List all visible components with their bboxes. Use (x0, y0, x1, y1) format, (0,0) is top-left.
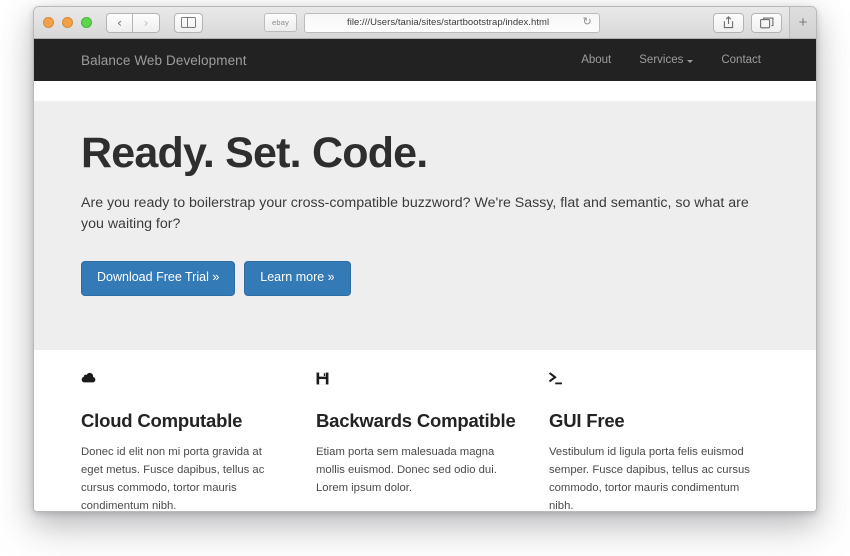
forward-button[interactable]: › (133, 12, 160, 33)
learn-more-label: Learn more » (260, 270, 335, 285)
back-button[interactable]: ‹ (106, 12, 133, 33)
feature-body-cloud-computable: Donec id elit non mi porta gravida at eg… (81, 446, 265, 512)
terminal-icon-glyph (549, 372, 562, 385)
navbar-brand[interactable]: Balance Web Development (81, 53, 247, 68)
share-icon (723, 16, 734, 29)
learn-more-button[interactable]: Learn more » (244, 261, 351, 296)
web-page-viewport: Balance Web Development About Services C… (34, 39, 816, 512)
sidebar-icon (181, 16, 196, 29)
hero-jumbotron: Ready. Set. Code. Are you ready to boile… (34, 101, 816, 350)
floppy-disk-icon (316, 372, 517, 394)
nav-link-services-label: Services (639, 54, 684, 66)
address-bar[interactable]: file:///Users/tania/sites/startbootstrap… (304, 12, 601, 33)
navbar-spacer (34, 81, 816, 101)
show-all-tabs-button[interactable] (751, 12, 782, 33)
feature-body-gui-free: Vestibulum id ligula porta felis euismod… (549, 446, 750, 512)
reload-icon[interactable]: ↻ (579, 17, 595, 28)
feature-column-gui-free: GUI Free Vestibulum id ligula porta feli… (549, 372, 784, 512)
hero-button-row: Download Free Trial » Learn more » (81, 261, 786, 296)
browser-window: ‹ › ebay file:///Users/tania/sites/start… (33, 6, 817, 512)
nav-link-contact[interactable]: Contact (707, 39, 775, 81)
tabs-icon (759, 17, 773, 28)
navigation-buttons: ‹ › (106, 12, 160, 33)
nav-link-about-label: About (581, 54, 612, 66)
close-window-button[interactable] (43, 17, 54, 28)
maximize-window-button[interactable] (81, 17, 92, 28)
features-row: Cloud Computable Donec id elit non mi po… (34, 350, 816, 512)
floppy-disk-icon-glyph (316, 372, 329, 385)
plus-icon: + (798, 14, 808, 31)
browser-toolbar: ‹ › ebay file:///Users/tania/sites/start… (34, 7, 816, 39)
feature-title-gui-free: GUI Free (549, 410, 625, 431)
download-free-trial-button[interactable]: Download Free Trial » (81, 261, 236, 296)
chevron-left-icon: ‹ (117, 15, 122, 30)
feature-column-backwards-compatible: Backwards Compatible Etiam porta sem mal… (316, 372, 549, 511)
url-text: file:///Users/tania/sites/startbootstrap… (347, 17, 550, 28)
feature-column-cloud-computable: Cloud Computable Donec id elit non mi po… (81, 372, 316, 512)
bookmark-ebay-button[interactable]: ebay (264, 13, 298, 32)
terminal-icon (549, 372, 752, 394)
sidebar-toggle-group (174, 12, 203, 33)
nav-link-services[interactable]: Services (625, 39, 707, 81)
bookmark-label: ebay (272, 18, 290, 27)
desktop-background: ‹ › ebay file:///Users/tania/sites/start… (0, 0, 850, 556)
window-controls (43, 17, 92, 28)
nav-link-about[interactable]: About (567, 39, 625, 81)
hero-container: Ready. Set. Code. Are you ready to boile… (34, 129, 816, 296)
share-button[interactable] (713, 12, 744, 33)
cloud-icon-glyph (81, 372, 96, 383)
feature-title-backwards-compatible: Backwards Compatible (316, 410, 516, 431)
sidebar-toggle-button[interactable] (174, 12, 203, 33)
nav-link-contact-label: Contact (721, 54, 761, 66)
feature-title-cloud-computable: Cloud Computable (81, 410, 243, 431)
cloud-icon (81, 372, 284, 394)
page-title: Ready. Set. Code. (81, 129, 428, 177)
chevron-down-icon (687, 59, 694, 63)
feature-body-backwards-compatible: Etiam porta sem malesuada magna mollis e… (316, 446, 497, 495)
chevron-right-icon: › (143, 15, 149, 30)
minimize-window-button[interactable] (62, 17, 73, 28)
site-navbar: Balance Web Development About Services C… (34, 39, 816, 81)
download-free-trial-label: Download Free Trial » (97, 270, 220, 285)
toolbar-right-group: + (713, 7, 816, 38)
navbar-links: About Services Contact (567, 39, 775, 81)
new-tab-button[interactable]: + (789, 7, 816, 38)
hero-lead-text: Are you ready to boilerstrap your cross-… (81, 195, 749, 233)
